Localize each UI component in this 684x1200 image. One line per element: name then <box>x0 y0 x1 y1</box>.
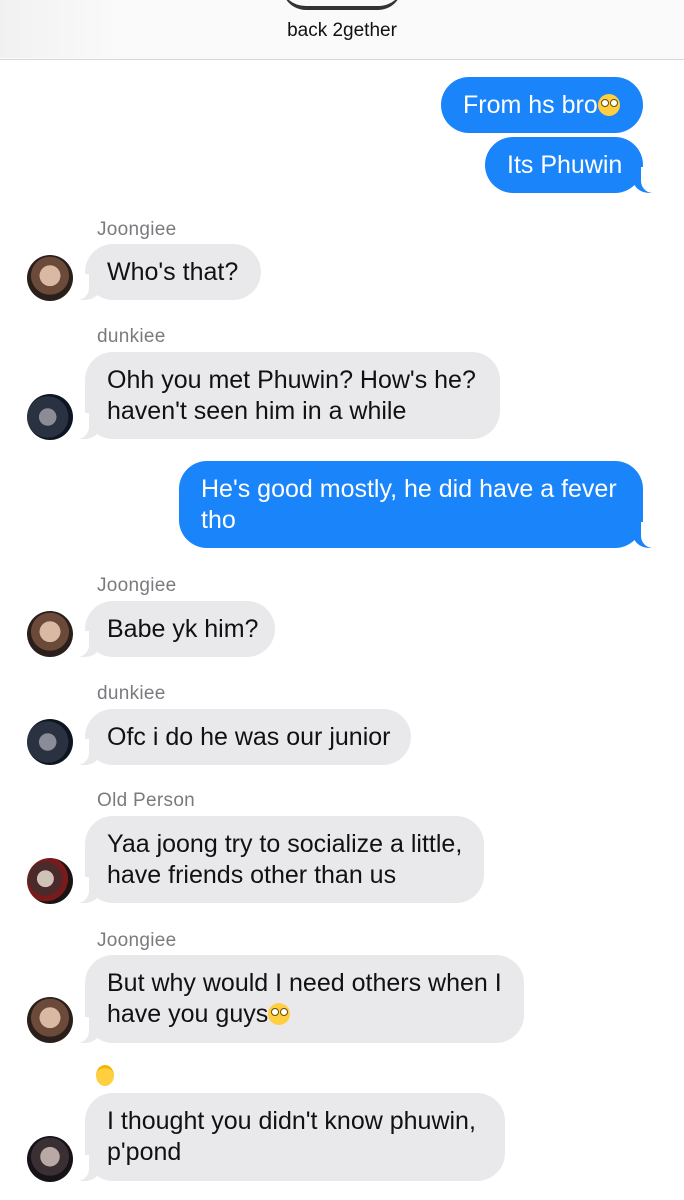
message-bubble-incoming[interactable]: Babe yk him? <box>85 601 275 657</box>
message-bubble-incoming[interactable]: Who's that? <box>85 244 261 300</box>
message-text: From hs bro <box>463 91 598 119</box>
conversation-header: back 2gether <box>0 0 684 60</box>
message-text-line: have friends other than us <box>107 861 397 889</box>
avatar-angel-sender[interactable] <box>27 1136 73 1182</box>
avatar-joongiee[interactable] <box>27 255 73 301</box>
bubble-tail <box>71 877 101 903</box>
message-bubble-outgoing[interactable]: Its Phuwin <box>485 137 643 193</box>
group-avatars[interactable] <box>282 0 402 10</box>
message-bubble-incoming[interactable]: Ohh you met Phuwin? How's he? haven't se… <box>85 352 500 439</box>
conversation-title[interactable]: back 2gether <box>0 20 684 42</box>
sender-name: Old Person <box>97 790 196 811</box>
message-text-line: p'pond <box>107 1138 182 1166</box>
sender-name: dunkiee <box>97 326 166 347</box>
bubble-tail <box>71 274 101 300</box>
face-with-rolling-eyes-icon <box>597 94 620 116</box>
sender-name: Joongiee <box>97 930 177 951</box>
message-bubble-outgoing[interactable]: He's good mostly, he did have a fever th… <box>179 461 643 548</box>
message-bubble-incoming[interactable]: But why would I need others when I have … <box>85 955 524 1043</box>
message-text-line: Ohh you met Phuwin? How's he? <box>107 366 476 394</box>
sender-name: Joongiee <box>97 219 177 240</box>
message-bubble-incoming[interactable]: I thought you didn't know phuwin, p'pond <box>85 1093 505 1181</box>
message-text-line: have you guys <box>107 999 502 1030</box>
message-text: have you guys <box>107 1000 269 1028</box>
bubble-tail <box>71 631 101 657</box>
sender-name: dunkiee <box>97 683 166 704</box>
message-text-line: tho <box>201 506 236 534</box>
message-text: Babe yk him? <box>107 615 259 643</box>
bubble-tail <box>71 413 101 439</box>
avatar-dunkiee[interactable] <box>27 719 73 765</box>
avatar-old-person[interactable] <box>27 858 73 904</box>
message-bubble-incoming[interactable]: Ofc i do he was our junior <box>85 709 411 765</box>
sender-name: Joongiee <box>97 575 177 596</box>
smiling-face-with-halo-icon <box>96 1065 114 1086</box>
bubble-tail <box>71 1017 101 1043</box>
sender-name <box>96 1065 114 1089</box>
message-text-line: Yaa joong try to socialize a little, <box>107 830 463 858</box>
bubble-tail <box>633 167 659 193</box>
avatar-dunkiee[interactable] <box>27 394 73 440</box>
message-text-line: He's good mostly, he did have a fever <box>201 475 617 503</box>
pleading-face-icon <box>268 1003 291 1025</box>
bubble-tail <box>71 739 101 765</box>
message-text-line: But why would I need others when I <box>107 969 502 997</box>
message-bubble-outgoing[interactable]: From hs bro <box>441 77 643 133</box>
message-text-line: haven't seen him in a while <box>107 397 407 425</box>
bubble-tail <box>71 1155 101 1181</box>
message-text: Who's that? <box>107 258 239 286</box>
avatar-joongiee[interactable] <box>27 997 73 1043</box>
message-text: Its Phuwin <box>507 151 623 179</box>
message-text-line: I thought you didn't know phuwin, <box>107 1107 476 1135</box>
bubble-tail <box>633 522 659 548</box>
message-text: Ofc i do he was our junior <box>107 723 391 751</box>
avatar-joongiee[interactable] <box>27 611 73 657</box>
message-bubble-incoming[interactable]: Yaa joong try to socialize a little, hav… <box>85 816 484 903</box>
